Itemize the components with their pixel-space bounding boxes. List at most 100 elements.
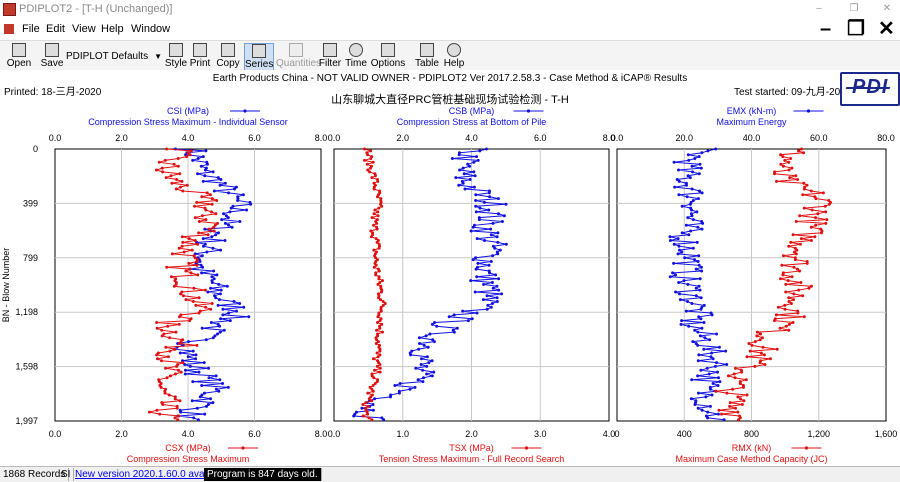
minimize-button[interactable]: – [808,2,830,16]
bottom-series-point [784,282,788,286]
top-series-point [188,364,192,368]
print-button[interactable]: Print [188,43,212,69]
top-series-point [455,326,459,330]
save-button[interactable]: Save [40,43,64,69]
bottom-series-point [802,181,806,185]
help-button[interactable]: Help [442,43,466,69]
bottom-series-point [195,343,199,347]
top-series-point [495,235,499,239]
bottom-series-point [155,353,159,357]
bottom-series-point [193,256,197,260]
print-label: Print [189,58,211,69]
bottom-series-point [178,342,182,345]
bottom-series-point [789,240,793,244]
top-series-point [466,319,470,323]
bottom-series-point [160,334,164,338]
help-icon [447,43,461,57]
bottom-series-point [783,307,787,311]
series-button[interactable]: Series [244,43,274,71]
top-series-point [462,172,466,176]
bottom-series-point [737,418,740,422]
bottom-series-point [727,374,730,378]
filter-button[interactable]: Filter [318,43,342,69]
top-series-point [494,273,498,277]
menu-file[interactable]: File [22,23,40,35]
top-series-point [687,324,691,328]
bottom-series-point [744,378,748,382]
table-button[interactable]: Table [414,43,440,69]
bottom-series-point [762,353,766,357]
mdi-restore-button[interactable]: ❐ [847,18,865,40]
top-series-point [179,410,183,414]
top-series-point [680,250,684,254]
bottom-series-point [814,223,818,227]
close-button[interactable]: ✕ [876,2,898,16]
top-series-point [473,174,477,178]
menu-window[interactable]: Window [131,23,170,35]
top-series-point [489,233,493,237]
top-series-point [201,179,205,183]
top-series-point [711,382,715,385]
menu-help[interactable]: Help [101,23,124,35]
defaults-dropdown[interactable]: PDIPLOT Defaults ▼ [66,50,162,64]
menu-view[interactable]: View [72,23,96,35]
bottom-series-point [747,342,751,345]
top-series-point [676,237,680,241]
top-series-point [695,210,699,214]
quantities-button[interactable]: Quantities [276,43,321,69]
bottom-series-point [193,239,197,242]
bottom-series-point [789,157,793,160]
bottom-series-point [720,412,723,416]
top-series-point [205,162,209,166]
top-series-point [371,403,375,406]
options-button[interactable]: Options [370,43,406,69]
top-series-point [718,380,722,384]
window-title-bar: PDIPLOT2 - [T-H (Unchanged)] – ❐ ✕ [0,0,900,18]
top-series-point [210,281,214,284]
top-series-point [247,315,251,319]
open-button[interactable]: Open [6,43,32,69]
mdi-minimize-button[interactable]: – [820,18,831,40]
bottom-series-point [203,288,207,292]
top-tick-label: 20.0 [675,133,693,143]
chevron-down-icon: ▼ [154,52,162,61]
top-series-point [686,282,690,286]
bottom-series-point [797,149,800,153]
mdi-close-button[interactable]: ✕ [878,18,895,40]
top-series-point [187,340,190,344]
top-series-point [238,302,242,305]
bottom-series-point [776,305,780,309]
bottom-series-point [165,265,169,269]
top-series-point [214,387,218,391]
bottom-series-point [212,225,216,229]
top-series-point [478,149,482,153]
copy-button[interactable]: Copy [216,43,240,69]
filter-label: Filter [318,58,342,69]
y-tick-label: 1,198 [15,307,38,317]
bottom-series-point [375,227,379,231]
top-series-point [699,166,703,170]
bottom-series-point [745,355,749,359]
top-series-point [682,279,686,283]
top-series-point [706,416,710,420]
top-series-point [474,204,478,208]
menu-edit[interactable]: Edit [46,23,65,35]
top-series-point [491,221,495,225]
bottom-series-point [778,326,782,330]
top-series-point [474,193,478,197]
restore-button[interactable]: ❐ [843,2,865,16]
top-legend-marker [526,109,531,113]
bottom-tick-label: 800 [744,429,759,439]
top-series-point [468,178,472,181]
top-series-point [454,176,458,180]
bottom-series-point [805,261,809,265]
top-series-point [698,334,702,338]
top-series-point [408,387,412,391]
top-tick-label: 0.0 [611,133,624,143]
style-button[interactable]: Style [164,43,188,69]
top-series-point [196,418,200,422]
bottom-series-point [372,223,376,227]
time-button[interactable]: Time [344,43,368,69]
filter-icon [323,43,337,57]
top-series-point [432,340,436,344]
